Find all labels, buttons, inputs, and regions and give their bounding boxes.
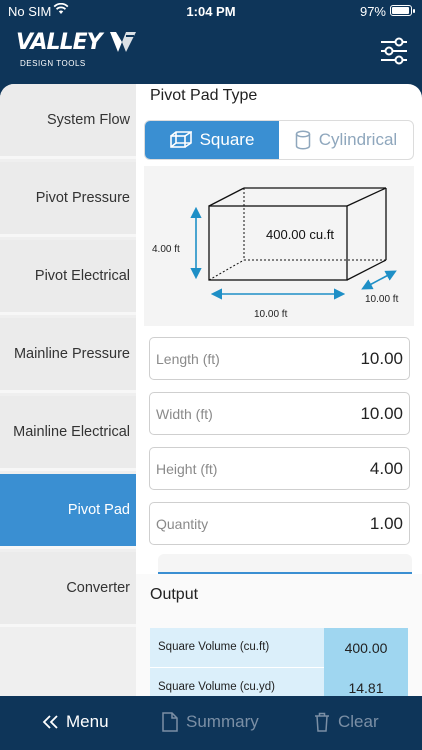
length-field-label: Length (ft) xyxy=(156,351,220,367)
clear-label: Clear xyxy=(338,712,379,731)
square-label: Square xyxy=(199,130,255,149)
output-value: 14.81 xyxy=(324,668,408,696)
valley-mark-icon xyxy=(110,32,136,52)
sidebar-item-label: System Flow xyxy=(47,112,130,128)
sidebar-item-mainline-pressure[interactable]: Mainline Pressure xyxy=(0,318,136,393)
width-arrow xyxy=(361,270,397,290)
sidebar-item-label: Pivot Pressure xyxy=(35,190,130,206)
summary-button[interactable]: Summary xyxy=(162,712,259,732)
height-dimension-label: 4.00 ft xyxy=(152,244,180,255)
clock: 1:04 PM xyxy=(186,4,236,19)
trash-icon xyxy=(315,712,329,732)
settings-sliders-button[interactable] xyxy=(378,36,410,66)
output-title: Output xyxy=(150,586,199,603)
height-field[interactable]: Height (ft) 4.00 xyxy=(149,447,410,490)
width-dimension-label: 10.00 ft xyxy=(365,294,399,305)
pad-type-segmented-control: Square Cylindrical xyxy=(144,120,414,160)
box-diagram: 4.00 ft 10.00 ft 10.00 ft 400.00 cu.ft xyxy=(152,187,399,320)
cube-icon xyxy=(169,131,192,148)
quantity-field-label: Quantity xyxy=(156,516,209,532)
width-field[interactable]: Width (ft) 10.00 xyxy=(149,392,410,435)
document-icon xyxy=(162,712,178,732)
sidebar-item-label: Mainline Pressure xyxy=(13,346,130,362)
double-chevron-left-icon xyxy=(42,715,58,729)
output-section: Output Square Volume (cu.ft) 400.00 Squa… xyxy=(136,574,422,696)
output-label: Square Volume (cu.yd) xyxy=(158,681,275,693)
brand-name: VALLEY xyxy=(16,30,103,55)
quantity-field[interactable]: Quantity 1.00 xyxy=(149,502,410,545)
cylindrical-label: Cylindrical xyxy=(318,130,398,149)
height-field-label: Height (ft) xyxy=(156,461,218,477)
summary-label: Summary xyxy=(186,712,259,731)
width-field-label: Width (ft) xyxy=(156,406,213,422)
pad-type-square-option[interactable]: Square xyxy=(145,121,279,159)
sidebar-item-label: Pivot Electrical xyxy=(34,268,130,284)
section-title: Pivot Pad Type xyxy=(150,87,258,104)
clear-button[interactable]: Clear xyxy=(314,712,379,732)
pad-type-cylindrical-option[interactable]: Cylindrical xyxy=(279,121,413,159)
sidebar-item-label: Mainline Electrical xyxy=(13,424,130,440)
bottom-toolbar: Menu Summary Clear xyxy=(0,696,422,750)
cylinder-icon xyxy=(295,130,311,150)
pad-dimension-diagram: 4.00 ft 10.00 ft 10.00 ft 400.00 cu.ft xyxy=(144,166,414,326)
output-label: Square Volume (cu.ft) xyxy=(158,641,270,653)
status-bar: No SIM 1:04 PM 97% xyxy=(0,0,422,22)
app-header: VALLEY DESIGN TOOLS xyxy=(0,22,422,84)
pivot-pad-panel: Pivot Pad Type Square Cylindrical 4.00 f… xyxy=(136,84,422,696)
width-field-value: 10.00 xyxy=(360,404,403,423)
sidebar-item-label: Pivot Pad xyxy=(67,502,130,518)
volume-label: 400.00 cu.ft xyxy=(266,227,334,242)
sliders-icon xyxy=(381,37,407,65)
battery-icon xyxy=(390,5,415,16)
sidebar-item-mainline-electrical[interactable]: Mainline Electrical xyxy=(0,396,136,471)
length-field-value: 10.00 xyxy=(360,349,403,368)
height-field-value: 4.00 xyxy=(369,459,403,478)
brand-tagline: DESIGN TOOLS xyxy=(20,59,86,68)
sidebar-item-pivot-pressure[interactable]: Pivot Pressure xyxy=(0,162,136,237)
sidebar-item-pivot-electrical[interactable]: Pivot Electrical xyxy=(0,240,136,315)
valley-logo: VALLEY DESIGN TOOLS xyxy=(16,30,136,68)
length-field[interactable]: Length (ft) 10.00 xyxy=(149,337,410,380)
sidebar-item-converter[interactable]: Converter xyxy=(0,552,136,627)
menu-button[interactable]: Menu xyxy=(42,712,109,732)
menu-label: Menu xyxy=(66,712,109,731)
output-row-cuft: Square Volume (cu.ft) 400.00 xyxy=(150,628,408,668)
output-row-cuyd: Square Volume (cu.yd) 14.81 xyxy=(150,668,408,696)
sidebar-item-pivot-pad[interactable]: Pivot Pad xyxy=(0,474,136,549)
sidebar-item-label: Converter xyxy=(66,580,130,596)
length-dimension-label: 10.00 ft xyxy=(254,309,288,320)
quantity-field-value: 1.00 xyxy=(369,514,403,533)
battery-percent: 97% xyxy=(359,4,386,19)
calculator-sidebar: System Flow Pivot Pressure Pivot Electri… xyxy=(0,84,136,696)
sidebar-item-system-flow[interactable]: System Flow xyxy=(0,84,136,159)
output-value: 400.00 xyxy=(324,628,408,668)
